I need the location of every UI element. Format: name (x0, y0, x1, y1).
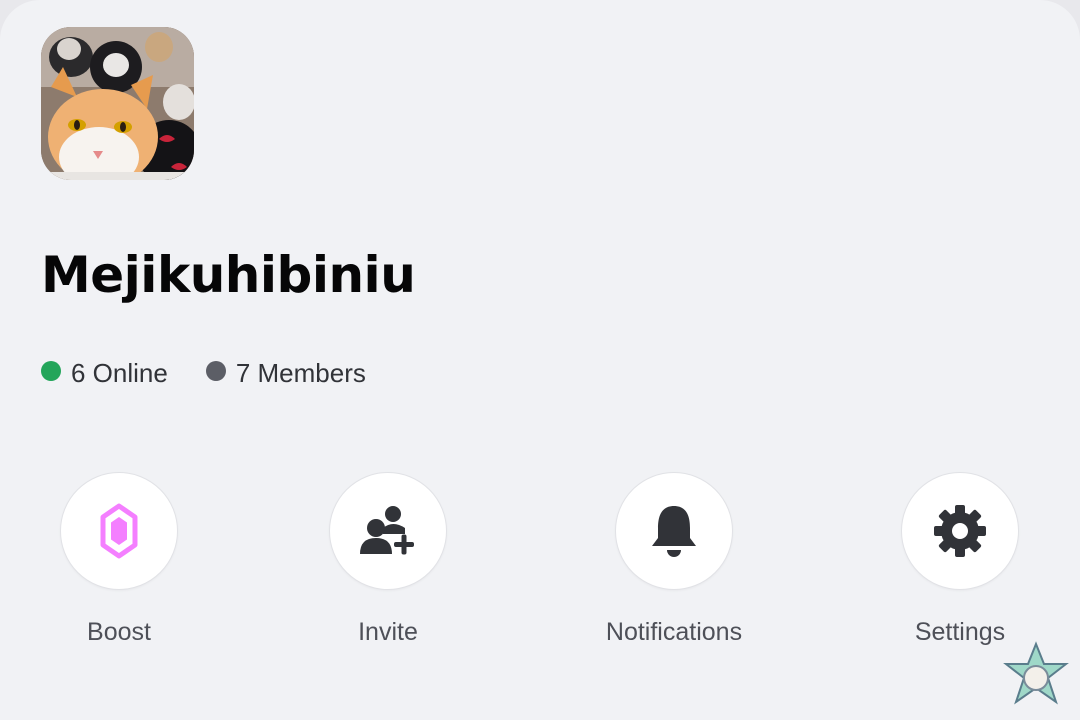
server-actions: Boost Invite Notifications Settings (0, 472, 1080, 662)
boost-label: Boost (87, 618, 151, 646)
server-name: Mejikuhibiniu (41, 246, 416, 304)
sticker-logo-icon (1003, 641, 1069, 705)
gear-icon (934, 505, 986, 557)
members-status-dot-icon (205, 361, 226, 381)
online-count: 6 Online (71, 357, 168, 388)
notifications-label: Notifications (605, 618, 743, 646)
settings-label: Settings (914, 618, 1006, 646)
invite-button[interactable] (329, 472, 447, 590)
invite-label: Invite (358, 618, 418, 646)
server-sheet: Mejikuhibiniu 6 Online 7 Members Boost I… (0, 0, 1080, 720)
boost-gem-icon (100, 503, 138, 559)
notifications-button[interactable] (615, 472, 733, 590)
server-icon-avatar[interactable] (41, 27, 194, 180)
bell-icon (652, 506, 696, 557)
notifications-action[interactable]: Notifications (554, 472, 794, 647)
boost-action[interactable]: Boost (0, 472, 239, 647)
online-stat: 6 Online (41, 358, 168, 389)
add-user-icon (360, 506, 414, 555)
settings-action[interactable]: Settings (840, 472, 1080, 647)
boost-button[interactable] (60, 472, 178, 590)
cat-photo-image (41, 27, 194, 180)
members-stat: 7 Members (205, 357, 366, 389)
members-count: 7 Members (235, 357, 366, 388)
settings-button[interactable] (901, 472, 1019, 590)
online-status-dot-icon (41, 361, 61, 381)
member-stats: 6 Online 7 Members (41, 356, 366, 390)
invite-action[interactable]: Invite (268, 472, 508, 647)
